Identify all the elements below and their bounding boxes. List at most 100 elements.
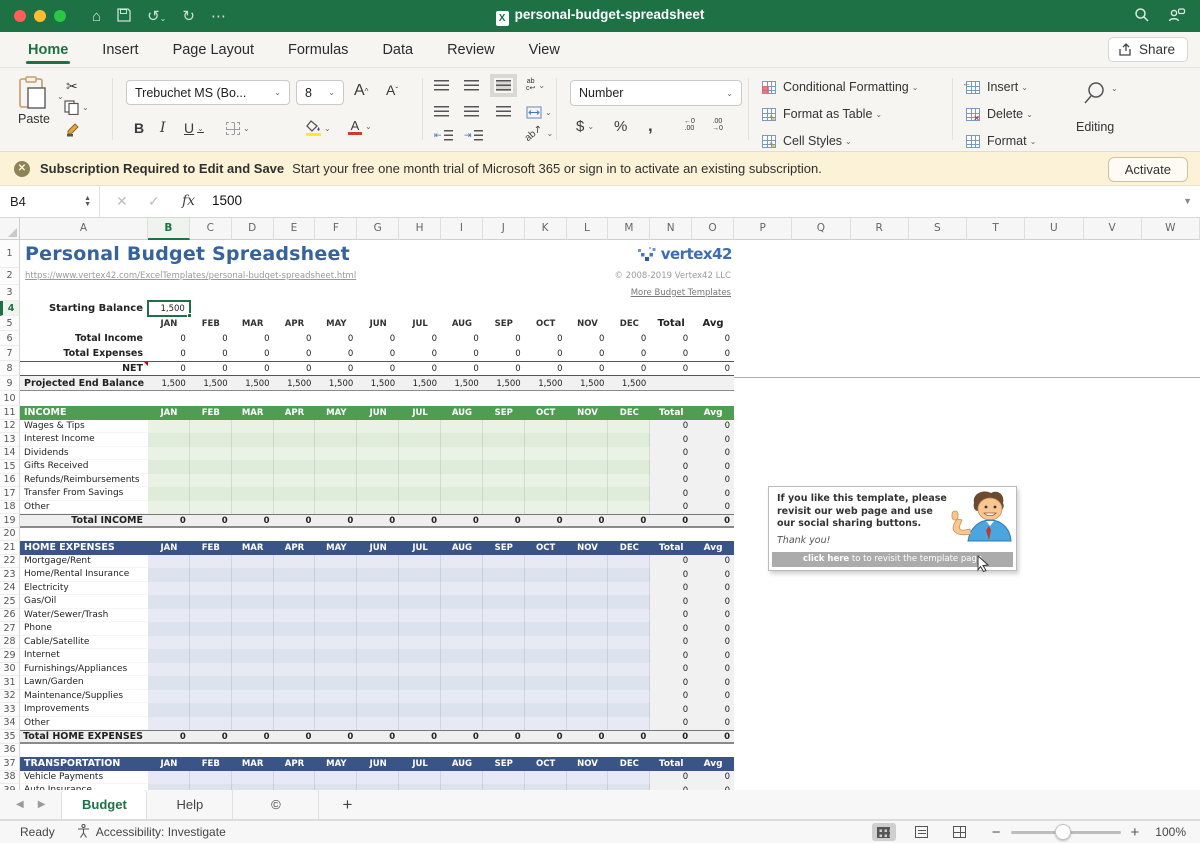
column-header-V[interactable]: V xyxy=(1084,218,1142,240)
data-cell[interactable] xyxy=(357,555,399,569)
row-header-37[interactable]: 37 xyxy=(0,757,20,771)
data-cell[interactable] xyxy=(274,636,316,650)
data-cell[interactable] xyxy=(483,487,525,501)
data-cell[interactable] xyxy=(190,487,232,501)
data-cell[interactable] xyxy=(567,568,609,582)
data-cell[interactable] xyxy=(483,433,525,447)
paste-button[interactable] xyxy=(18,76,48,110)
data-cell[interactable] xyxy=(315,420,357,434)
data-cell[interactable] xyxy=(399,622,441,636)
redo-button[interactable]: ↻ xyxy=(182,9,195,24)
font-color-dropdown-chevron[interactable]: ⌄ xyxy=(365,122,372,131)
zoom-slider-knob[interactable] xyxy=(1055,824,1071,840)
data-cell[interactable] xyxy=(525,460,567,474)
promo-box[interactable]: If you like this template, pleaserevisit… xyxy=(768,486,1017,571)
data-cell[interactable] xyxy=(441,636,483,650)
data-cell[interactable] xyxy=(315,703,357,717)
row-header-21[interactable]: 21 xyxy=(0,541,20,555)
data-cell[interactable] xyxy=(357,636,399,650)
decrease-font-size-button[interactable]: Aˇ xyxy=(386,82,398,98)
data-cell[interactable] xyxy=(274,582,316,596)
zoom-out-button[interactable]: − xyxy=(992,824,1001,841)
summary-cell[interactable]: 0 xyxy=(274,346,316,361)
row-header-29[interactable]: 29 xyxy=(0,649,20,663)
data-cell[interactable] xyxy=(608,460,650,474)
projected-cell[interactable]: 1,500 xyxy=(441,376,483,391)
data-cell[interactable] xyxy=(232,609,274,623)
summary-cell[interactable]: 0 xyxy=(567,331,609,346)
data-cell[interactable] xyxy=(399,433,441,447)
page-layout-view-button[interactable] xyxy=(910,823,934,841)
data-cell[interactable] xyxy=(483,609,525,623)
column-header-K[interactable]: K xyxy=(525,218,567,240)
row-header-19[interactable]: 19 xyxy=(0,514,20,528)
data-cell[interactable] xyxy=(399,717,441,731)
increase-decimal-button[interactable]: ←0.00 xyxy=(684,118,695,132)
data-cell[interactable] xyxy=(399,501,441,515)
row-header-10[interactable]: 10 xyxy=(0,391,20,406)
data-cell[interactable] xyxy=(274,501,316,515)
data-cell[interactable] xyxy=(232,568,274,582)
data-cell[interactable] xyxy=(399,690,441,704)
data-cell[interactable] xyxy=(357,433,399,447)
data-cell[interactable] xyxy=(441,703,483,717)
data-cell[interactable] xyxy=(525,690,567,704)
data-cell[interactable] xyxy=(483,622,525,636)
conditional-formatting-button[interactable]: Conditional Formatting⌄ xyxy=(762,80,918,94)
zoom-slider[interactable] xyxy=(1011,831,1121,834)
data-cell[interactable] xyxy=(608,487,650,501)
data-cell[interactable] xyxy=(357,717,399,731)
data-cell[interactable] xyxy=(567,703,609,717)
data-cell[interactable] xyxy=(190,460,232,474)
data-cell[interactable] xyxy=(567,609,609,623)
data-cell[interactable] xyxy=(232,636,274,650)
data-cell[interactable] xyxy=(315,582,357,596)
data-cell[interactable] xyxy=(274,717,316,731)
data-cell[interactable] xyxy=(315,676,357,690)
data-cell[interactable] xyxy=(608,676,650,690)
data-cell[interactable] xyxy=(399,703,441,717)
data-cell[interactable] xyxy=(441,649,483,663)
row-header-16[interactable]: 16 xyxy=(0,474,20,488)
home-icon[interactable]: ⌂ xyxy=(92,9,101,24)
data-cell[interactable] xyxy=(148,771,190,785)
row-header-12[interactable]: 12 xyxy=(0,420,20,434)
data-cell[interactable] xyxy=(525,595,567,609)
data-cell[interactable] xyxy=(232,433,274,447)
data-cell[interactable] xyxy=(190,474,232,488)
data-cell[interactable] xyxy=(525,487,567,501)
data-cell[interactable] xyxy=(232,622,274,636)
data-cell[interactable] xyxy=(567,474,609,488)
column-header-M[interactable]: M xyxy=(608,218,650,240)
data-cell[interactable] xyxy=(441,501,483,515)
data-cell[interactable] xyxy=(357,582,399,596)
row-header-5[interactable]: 5 xyxy=(0,316,20,331)
fill-color-button[interactable]: ⌄ xyxy=(306,120,331,136)
row-header-8[interactable]: 8 xyxy=(0,361,20,376)
name-box[interactable]: B4 ▲▼ xyxy=(0,186,100,217)
column-header-E[interactable]: E xyxy=(274,218,316,240)
data-cell[interactable] xyxy=(274,649,316,663)
zoom-percentage[interactable]: 100% xyxy=(1155,825,1186,839)
column-header-Q[interactable]: Q xyxy=(792,218,850,240)
data-cell[interactable] xyxy=(315,555,357,569)
summary-cell[interactable]: 0 xyxy=(650,331,692,346)
data-cell[interactable] xyxy=(567,582,609,596)
copy-dropdown-chevron[interactable]: ⌄ xyxy=(82,103,89,112)
projected-cell[interactable]: 1,500 xyxy=(567,376,609,391)
data-cell[interactable] xyxy=(190,568,232,582)
align-left-button[interactable] xyxy=(434,106,449,117)
data-cell[interactable] xyxy=(567,433,609,447)
data-cell[interactable] xyxy=(357,690,399,704)
format-as-table-button[interactable]: ✎ Format as Table⌄ xyxy=(762,107,882,121)
summary-cell[interactable]: 0 xyxy=(357,346,399,361)
data-cell[interactable] xyxy=(567,420,609,434)
data-cell[interactable] xyxy=(567,649,609,663)
formula-bar-expand-chevron[interactable]: ▼ xyxy=(1183,196,1192,206)
format-cells-chevron[interactable]: ⌄ xyxy=(1030,137,1037,146)
row-header-26[interactable]: 26 xyxy=(0,609,20,623)
row-header-1[interactable]: 1 xyxy=(0,240,20,268)
data-cell[interactable] xyxy=(483,663,525,677)
data-cell[interactable] xyxy=(441,582,483,596)
comma-format-button[interactable]: , xyxy=(648,116,653,136)
